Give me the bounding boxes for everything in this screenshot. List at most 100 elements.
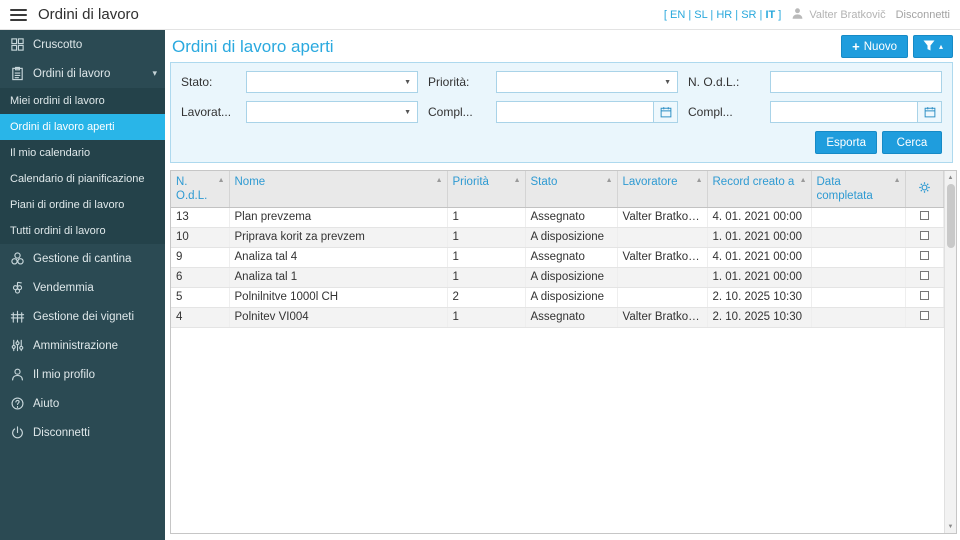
chevron-down-icon: ▼ bbox=[404, 108, 411, 116]
row-checkbox-cell bbox=[905, 287, 944, 308]
filter-label-nodl: N. O.d.L.: bbox=[688, 75, 740, 89]
sidebar-item-piani-di-ordine-di-lavoro[interactable]: Piani di ordine di lavoro bbox=[0, 192, 165, 218]
cell-nome: Polnitev VI004 bbox=[229, 307, 448, 328]
row-checkbox[interactable] bbox=[919, 311, 929, 321]
sidebar-item-calendario-di-pianificazione[interactable]: Calendario di pianificazione bbox=[0, 166, 165, 192]
sidebar-item-label: Gestione di cantina bbox=[33, 252, 132, 265]
filter-label-completata-da: Compl... bbox=[428, 105, 473, 119]
cell-stato: Assegnato bbox=[525, 207, 618, 228]
menu-icon[interactable] bbox=[10, 7, 27, 23]
cell-stato: A disposizione bbox=[525, 287, 618, 308]
completata-a-input[interactable] bbox=[770, 101, 917, 123]
column-header-3[interactable]: Stato ▲ bbox=[525, 171, 618, 208]
chevron-up-icon: ▴ bbox=[938, 41, 943, 51]
sidebar-item-label: Miei ordini di lavoro bbox=[10, 95, 105, 107]
column-header-4[interactable]: Lavoratore ▲ bbox=[617, 171, 708, 208]
cell-creato: 1. 01. 2021 00:00 bbox=[707, 227, 812, 248]
cell-nodl: 4 bbox=[171, 307, 230, 328]
sidebar-item-miei-ordini-di-lavoro[interactable]: Miei ordini di lavoro bbox=[0, 88, 165, 114]
column-header-1[interactable]: Nome ▲ bbox=[229, 171, 448, 208]
column-settings-gear-icon[interactable] bbox=[905, 171, 944, 208]
lang-link-sl[interactable]: SL bbox=[694, 9, 707, 21]
main-content: Ordini di lavoro aperti + Nuovo ▴ Stato:… bbox=[165, 30, 960, 540]
work-orders-table-container: N. O.d.L. ▲ Nome ▲ Priorità ▲ Stato ▲ Lavoratore… bbox=[170, 170, 957, 534]
cell-completata bbox=[811, 287, 906, 308]
column-header-6[interactable]: Data completata ▲ bbox=[811, 171, 906, 208]
vertical-scrollbar[interactable]: ▲ ▼ bbox=[944, 171, 956, 533]
column-header-0[interactable]: N. O.d.L. ▲ bbox=[171, 171, 230, 208]
scrollbar-thumb[interactable] bbox=[946, 184, 955, 248]
priorita-select[interactable]: ▼ bbox=[496, 71, 678, 93]
row-checkbox[interactable] bbox=[919, 231, 929, 241]
top-bar: Ordini di lavoro [ EN | SL | HR | SR | I… bbox=[0, 0, 960, 30]
page-header: Ordini di lavoro aperti + Nuovo ▴ bbox=[165, 30, 960, 61]
sidebar-item-gestione-di-cantina[interactable]: Gestione di cantina bbox=[0, 244, 165, 273]
column-label: Nome bbox=[234, 176, 266, 188]
sidebar-item-il-mio-profilo[interactable]: Il mio profilo bbox=[0, 360, 165, 389]
row-checkbox-cell bbox=[905, 247, 944, 268]
completata-da-input[interactable] bbox=[496, 101, 653, 123]
table-row[interactable]: 13 Plan prevzema 1 Assegnato Valter Bratkovi… bbox=[171, 207, 944, 228]
cell-lavoratore bbox=[617, 287, 708, 308]
sidebar-item-gestione-dei-vigneti[interactable]: Gestione dei vigneti bbox=[0, 302, 165, 331]
sort-icon: ▲ bbox=[893, 177, 901, 184]
sidebar-item-ordini-di-lavoro[interactable]: Ordini di lavoro ▾ bbox=[0, 59, 165, 88]
search-button[interactable]: Cerca bbox=[882, 131, 942, 154]
cell-completata bbox=[811, 247, 906, 268]
logout-link[interactable]: Disconnetti bbox=[896, 9, 950, 21]
scroll-down-arrow[interactable]: ▼ bbox=[945, 520, 956, 533]
filter-toggle-button[interactable]: ▴ bbox=[913, 35, 953, 58]
filter-panel: Stato: ▼ Priorità: ▼ N. O.d.L.: Lavorat.… bbox=[170, 62, 953, 163]
cell-nome: Plan prevzema bbox=[229, 207, 448, 228]
table-row[interactable]: 5 Polnilnitve 1000l CH 2 A disposizione 2. 1… bbox=[171, 287, 944, 308]
cell-creato: 1. 01. 2021 00:00 bbox=[707, 267, 812, 288]
cellar-icon bbox=[9, 251, 25, 267]
new-button[interactable]: + Nuovo bbox=[841, 35, 908, 58]
stato-select[interactable]: ▼ bbox=[246, 71, 418, 93]
sidebar-item-amministrazione[interactable]: Amministrazione bbox=[0, 331, 165, 360]
lang-link-it[interactable]: IT bbox=[765, 9, 775, 21]
export-button[interactable]: Esporta bbox=[815, 131, 877, 154]
filter-icon bbox=[923, 40, 935, 54]
column-header-5[interactable]: Record creato a ▲ bbox=[707, 171, 812, 208]
sidebar-item-label: Aiuto bbox=[33, 397, 60, 410]
table-row[interactable]: 9 Analiza tal 4 1 Assegnato Valter Bratkovič… bbox=[171, 247, 944, 268]
cell-nodl: 13 bbox=[171, 207, 230, 228]
cell-nodl: 10 bbox=[171, 227, 230, 248]
scroll-up-arrow[interactable]: ▲ bbox=[945, 171, 956, 184]
sidebar-item-ordini-di-lavoro-aperti[interactable]: Ordini di lavoro aperti bbox=[0, 114, 165, 140]
sidebar-item-il-mio-calendario[interactable]: Il mio calendario bbox=[0, 140, 165, 166]
row-checkbox-cell bbox=[905, 227, 944, 248]
sidebar-item-label: Vendemmia bbox=[33, 281, 94, 294]
column-label: Priorità bbox=[452, 176, 489, 188]
sidebar-item-vendemmia[interactable]: Vendemmia bbox=[0, 273, 165, 302]
sidebar-item-aiuto[interactable]: Aiuto bbox=[0, 389, 165, 418]
sidebar-item-cruscotto[interactable]: Cruscotto bbox=[0, 30, 165, 59]
calendar-button-da[interactable] bbox=[653, 101, 678, 123]
table-row[interactable]: 6 Analiza tal 11A disposizione 1. 01. 2021… bbox=[171, 267, 944, 288]
cell-priorita: 1 bbox=[447, 307, 526, 328]
sidebar-item-label: Ordini di lavoro aperti bbox=[10, 121, 115, 133]
lang-link-hr[interactable]: HR bbox=[716, 9, 732, 21]
sidebar-item-tutti-ordini-di-lavoro[interactable]: Tutti ordini di lavoro bbox=[0, 218, 165, 244]
lang-link-sr[interactable]: SR bbox=[741, 9, 756, 21]
calendar-button-a[interactable] bbox=[917, 101, 942, 123]
table-row[interactable]: 4 Polnitev VI004 1 Assegnato Valter Bratkovi… bbox=[171, 307, 944, 328]
sort-icon: ▲ bbox=[799, 177, 807, 184]
table-row[interactable]: 10 Priprava korit za prevzem 1 A disposizio… bbox=[171, 227, 944, 248]
cell-creato: 2. 10. 2025 10:30 bbox=[707, 307, 812, 328]
chevron-down-icon: ▾ bbox=[152, 68, 157, 78]
work-orders-table: N. O.d.L. ▲ Nome ▲ Priorità ▲ Stato ▲ Lavoratore… bbox=[171, 171, 944, 328]
lang-link-en[interactable]: EN bbox=[670, 9, 685, 21]
cell-priorita: 1 bbox=[447, 227, 526, 248]
row-checkbox[interactable] bbox=[919, 211, 929, 221]
row-checkbox[interactable] bbox=[919, 291, 929, 301]
cell-nome: Analiza tal 1 bbox=[229, 267, 448, 288]
row-checkbox[interactable] bbox=[919, 271, 929, 281]
lavoratore-select[interactable]: ▼ bbox=[246, 101, 418, 123]
row-checkbox[interactable] bbox=[919, 251, 929, 261]
sidebar-item-disconnetti[interactable]: Disconnetti bbox=[0, 418, 165, 447]
cell-nodl: 6 bbox=[171, 267, 230, 288]
nodl-input[interactable] bbox=[770, 71, 942, 93]
column-header-2[interactable]: Priorità ▲ bbox=[447, 171, 526, 208]
